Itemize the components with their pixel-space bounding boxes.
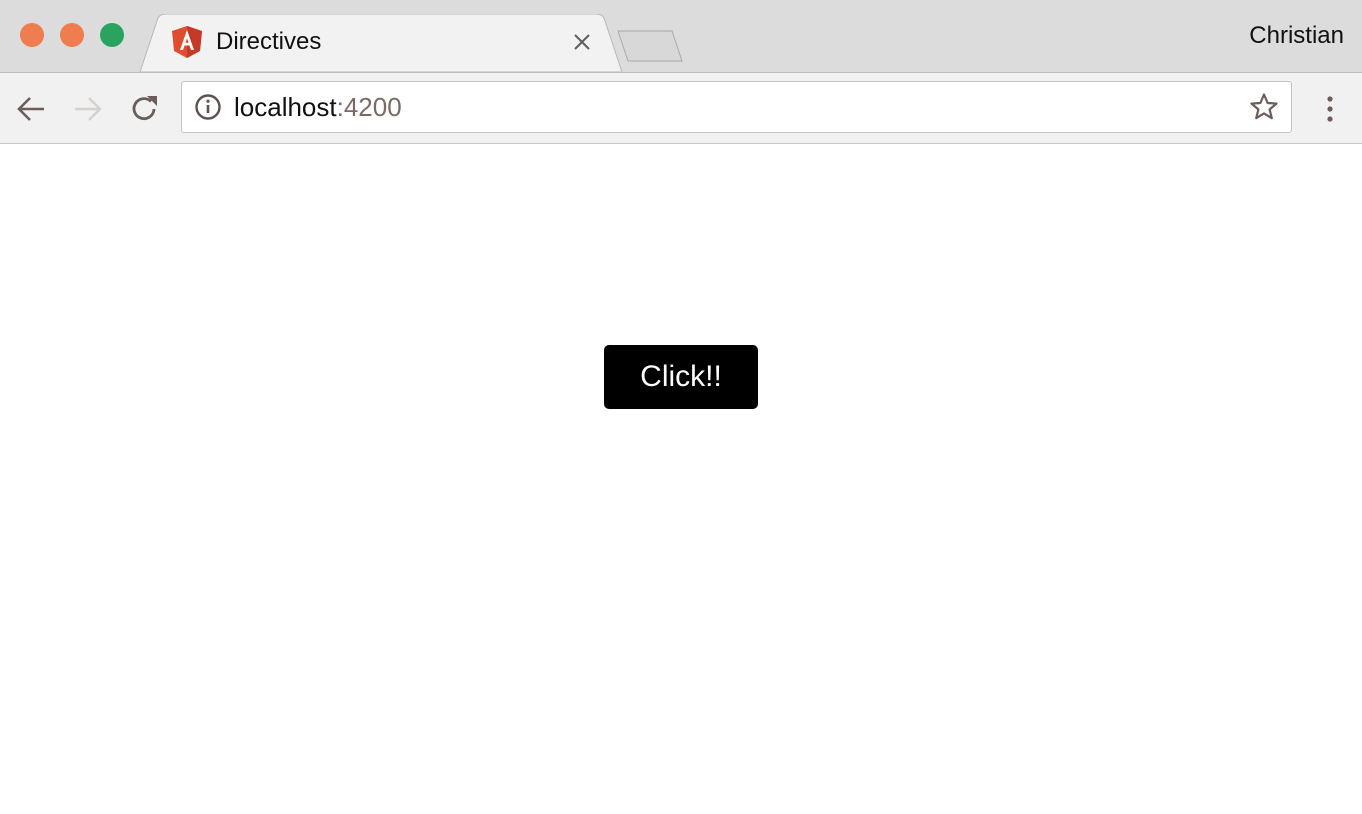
new-tab-icon[interactable]: [614, 29, 686, 63]
url-port: :4200: [336, 92, 402, 122]
browser-toolbar: localhost:4200: [0, 72, 1362, 144]
url-text[interactable]: localhost:4200: [234, 92, 402, 122]
url-host: localhost: [234, 92, 337, 122]
kebab-menu-icon[interactable]: [1318, 93, 1342, 125]
profile-name[interactable]: Christian: [1249, 22, 1344, 50]
address-bar[interactable]: localhost:4200: [181, 81, 1292, 133]
click-button[interactable]: Click!!: [604, 345, 758, 409]
star-icon[interactable]: [1249, 92, 1279, 122]
close-icon[interactable]: [570, 30, 594, 54]
tab-strip: Directives Christian: [0, 0, 1362, 72]
tab-directives[interactable]: Directives: [140, 14, 630, 72]
minimize-window-button[interactable]: [60, 23, 84, 47]
info-icon[interactable]: [194, 93, 222, 121]
maximize-window-button[interactable]: [100, 23, 124, 47]
forward-arrow-icon[interactable]: [71, 92, 105, 126]
page-content: Click!!: [0, 144, 1362, 814]
tab-shape: [140, 14, 623, 72]
browser-window: Directives Christian localhost:4200 Clic…: [0, 0, 1362, 814]
tab-title: Directives: [216, 28, 322, 55]
reload-icon[interactable]: [127, 92, 161, 126]
close-window-button[interactable]: [20, 23, 44, 47]
back-arrow-icon[interactable]: [14, 92, 48, 126]
angular-icon: [172, 26, 202, 58]
